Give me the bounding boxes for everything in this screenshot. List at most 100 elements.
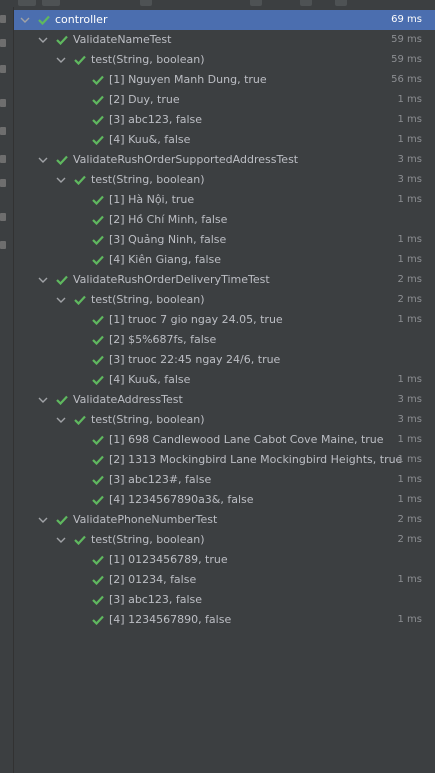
- test-method-row[interactable]: test(String, boolean) 2 ms: [14, 530, 435, 550]
- test-duration: 1 ms: [397, 474, 423, 485]
- test-case-row[interactable]: [3] abc123, false: [14, 590, 435, 610]
- layout-icon[interactable]: [0, 127, 6, 135]
- test-name: [4] Kuu&, false: [109, 373, 191, 386]
- test-method-row[interactable]: test(String, boolean) 2 ms: [14, 290, 435, 310]
- chevron-down-icon[interactable]: [56, 296, 66, 304]
- checkmark-icon: [74, 295, 86, 305]
- rerun-icon[interactable]: [0, 15, 6, 23]
- test-class-row[interactable]: ValidateAddressTest 3 ms: [14, 390, 435, 410]
- test-class-row[interactable]: ValidatePhoneNumberTest 2 ms: [14, 510, 435, 530]
- test-name: [4] 1234567890a3&, false: [109, 493, 254, 506]
- test-duration: 69 ms: [391, 14, 422, 25]
- test-case-row[interactable]: [2] 01234, false 1 ms: [14, 570, 435, 590]
- checkmark-icon: [92, 495, 104, 505]
- test-duration: 1 ms: [397, 374, 423, 385]
- test-method-row[interactable]: test(String, boolean) 3 ms: [14, 170, 435, 190]
- test-duration: 2 ms: [397, 274, 423, 285]
- test-case-row[interactable]: [2] Duy, true 1 ms: [14, 90, 435, 110]
- checkmark-icon: [92, 435, 104, 445]
- test-case-row[interactable]: [4] Kuu&, false 1 ms: [14, 130, 435, 150]
- checkmark-icon: [74, 175, 86, 185]
- toolbar-button[interactable]: [140, 0, 152, 6]
- checkmark-icon: [92, 75, 104, 85]
- test-name: [4] Kuu&, false: [109, 133, 191, 146]
- test-case-row[interactable]: [4] 1234567890a3&, false 1 ms: [14, 490, 435, 510]
- test-duration: 1 ms: [397, 494, 423, 505]
- test-case-row[interactable]: [4] Kuu&, false 1 ms: [14, 370, 435, 390]
- test-name: [1] Hà Nội, true: [109, 193, 195, 206]
- test-case-row[interactable]: [3] abc123, false 1 ms: [14, 110, 435, 130]
- test-case-row[interactable]: [2] 1313 Mockingbird Lane Mockingbird He…: [14, 450, 435, 470]
- toolbar-button[interactable]: [250, 0, 262, 6]
- test-case-row[interactable]: [2] Hồ Chí Minh, false: [14, 210, 435, 230]
- settings-icon[interactable]: [0, 179, 6, 187]
- test-name: ValidateRushOrderDeliveryTimeTest: [73, 273, 270, 286]
- test-duration: 3 ms: [397, 174, 423, 185]
- test-name: [3] abc123#, false: [109, 473, 212, 486]
- refresh-icon[interactable]: [0, 65, 6, 73]
- test-case-row[interactable]: [2] $5%687fs, false: [14, 330, 435, 350]
- checkmark-icon: [92, 255, 104, 265]
- checkmark-icon: [56, 395, 68, 405]
- chevron-down-icon[interactable]: [38, 36, 48, 44]
- test-duration: 1 ms: [397, 114, 423, 125]
- test-duration: 1 ms: [397, 194, 423, 205]
- checkmark-icon: [92, 595, 104, 605]
- chevron-down-icon[interactable]: [56, 536, 66, 544]
- filter-icon[interactable]: [0, 155, 6, 163]
- test-case-row[interactable]: [1] 698 Candlewood Lane Cabot Cove Maine…: [14, 430, 435, 450]
- test-case-row[interactable]: [1] Nguyen Manh Dung, true 56 ms: [14, 70, 435, 90]
- checkmark-icon: [38, 15, 50, 25]
- test-case-row[interactable]: [1] truoc 7 gio ngay 24.05, true 1 ms: [14, 310, 435, 330]
- test-duration: 3 ms: [397, 414, 423, 425]
- test-case-row[interactable]: [4] 1234567890, false 1 ms: [14, 610, 435, 630]
- checkmark-icon: [92, 315, 104, 325]
- test-class-row[interactable]: ValidateRushOrderSupportedAddressTest 3 m…: [14, 150, 435, 170]
- toolbar-button[interactable]: [42, 0, 60, 6]
- chevron-down-icon[interactable]: [56, 56, 66, 64]
- toolbar-button[interactable]: [300, 0, 312, 6]
- chevron-down-icon[interactable]: [38, 396, 48, 404]
- checkmark-icon: [74, 415, 86, 425]
- checkmark-icon: [92, 615, 104, 625]
- test-case-row[interactable]: [3] truoc 22:45 ngay 24/6, true: [14, 350, 435, 370]
- toolbar-button[interactable]: [335, 0, 347, 6]
- test-case-row[interactable]: [4] Kiên Giang, false 1 ms: [14, 250, 435, 270]
- checkmark-icon: [92, 235, 104, 245]
- chevron-down-icon[interactable]: [38, 276, 48, 284]
- test-case-row[interactable]: [1] 0123456789, true: [14, 550, 435, 570]
- test-case-row[interactable]: [3] abc123#, false 1 ms: [14, 470, 435, 490]
- checkmark-icon: [56, 35, 68, 45]
- test-method-row[interactable]: test(String, boolean) 59 ms: [14, 50, 435, 70]
- chevron-down-icon[interactable]: [20, 16, 30, 24]
- test-duration: 1 ms: [397, 454, 423, 465]
- test-name: [3] Quảng Ninh, false: [109, 233, 227, 246]
- checkmark-icon: [92, 575, 104, 585]
- test-duration: 3 ms: [397, 394, 423, 405]
- chevron-down-icon[interactable]: [56, 176, 66, 184]
- test-duration: 1 ms: [397, 234, 423, 245]
- test-case-row[interactable]: [3] Quảng Ninh, false 1 ms: [14, 230, 435, 250]
- tree-root-row[interactable]: controller 69 ms: [14, 10, 435, 30]
- checkmark-icon: [92, 455, 104, 465]
- checkmark-icon: [74, 55, 86, 65]
- left-tool-strip: [0, 7, 14, 773]
- pin-icon[interactable]: [0, 99, 6, 107]
- test-name: test(String, boolean): [91, 413, 205, 426]
- test-name: ValidateAddressTest: [73, 393, 183, 406]
- chevron-down-icon[interactable]: [38, 516, 48, 524]
- test-duration: 1 ms: [397, 614, 423, 625]
- test-case-row[interactable]: [1] Hà Nội, true 1 ms: [14, 190, 435, 210]
- chevron-down-icon[interactable]: [56, 416, 66, 424]
- toolbar-button[interactable]: [18, 0, 36, 6]
- stop-icon[interactable]: [0, 39, 6, 47]
- test-method-row[interactable]: test(String, boolean) 3 ms: [14, 410, 435, 430]
- test-class-row[interactable]: ValidateRushOrderDeliveryTimeTest 2 ms: [14, 270, 435, 290]
- menu-icon[interactable]: [0, 213, 6, 221]
- test-duration: 56 ms: [391, 74, 422, 85]
- export-icon[interactable]: [0, 241, 6, 249]
- test-class-row[interactable]: ValidateNameTest 59 ms: [14, 30, 435, 50]
- chevron-down-icon[interactable]: [38, 156, 48, 164]
- test-name: ValidateNameTest: [73, 33, 172, 46]
- test-name: controller: [55, 13, 108, 26]
